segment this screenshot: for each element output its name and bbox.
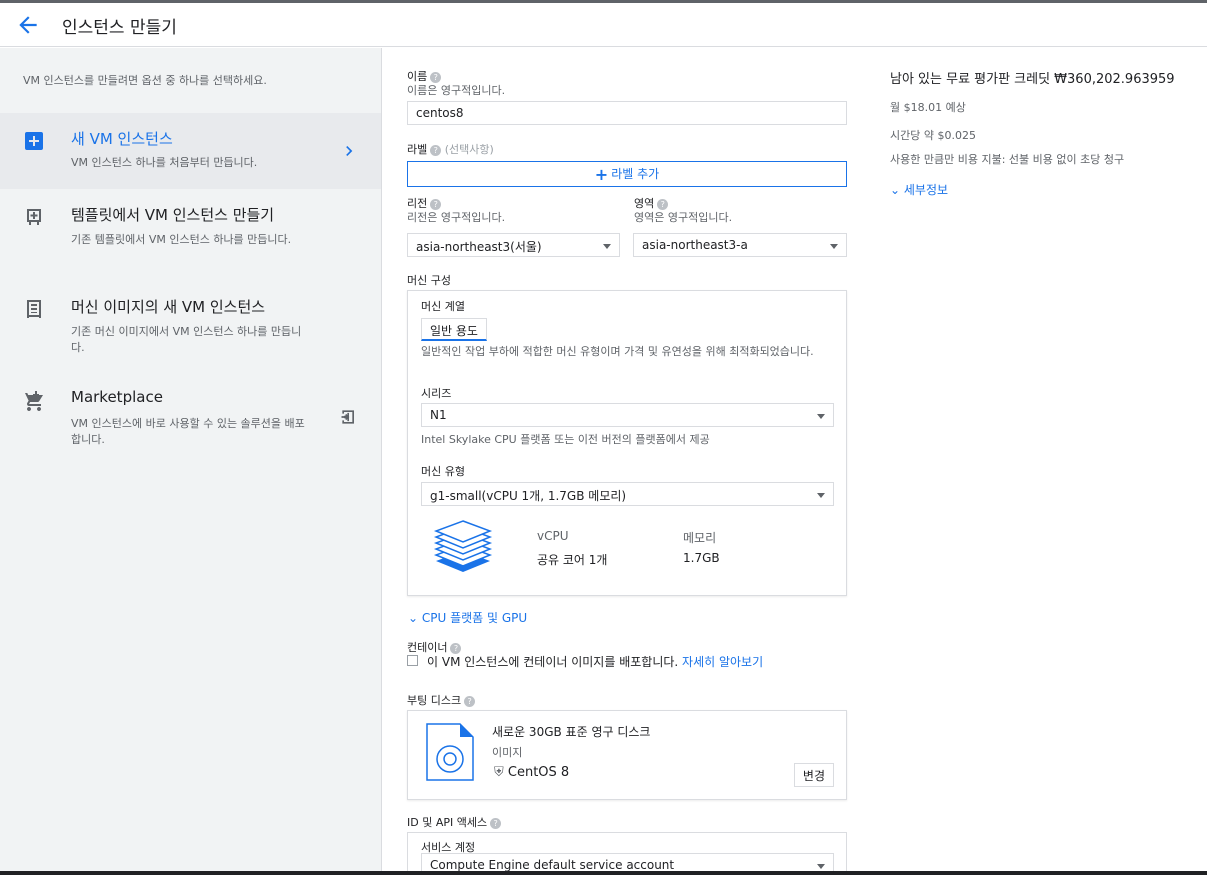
identity-card: 서비스 계정 Compute Engine default service ac… <box>407 832 847 875</box>
identity-api-label: ID 및 API 액세스? <box>407 814 502 830</box>
help-icon[interactable]: ? <box>430 198 442 210</box>
create-instance-form: 이름? 이름은 영구적입니다. centos8 라벨? (선택사항) + 라벨 추… <box>383 48 873 875</box>
machine-config-card: 머신 계열 일반 용도 일반적인 작업 부하에 적합한 머신 유형이며 가격 및… <box>407 290 847 596</box>
dropdown-caret-icon <box>603 244 611 249</box>
vcpu-value: 공유 코어 1개 <box>537 553 608 567</box>
machine-family-desc: 일반적인 작업 부하에 적합한 머신 유형이며 가격 및 유연성을 위해 최적화… <box>421 345 814 358</box>
bottom-bar <box>0 871 1207 875</box>
machine-layers-icon <box>433 520 493 572</box>
option-machine-image-vm-instance[interactable]: 머신 이미지의 새 VM 인스턴스 기존 머신 이미지에서 VM 인스턴스 하나… <box>0 281 381 373</box>
boot-disk-image-label: 이미지 <box>492 746 523 759</box>
add-box-icon <box>25 132 43 150</box>
memory-value: 1.7GB <box>683 551 720 565</box>
help-icon[interactable]: ? <box>430 71 442 83</box>
dropdown-caret-icon <box>817 493 825 498</box>
option-title: 머신 이미지의 새 VM 인스턴스 <box>71 298 266 316</box>
chevron-right-icon <box>346 146 353 156</box>
option-desc: VM 인스턴스에 바로 사용할 수 있는 솔루션을 배포합니다. <box>71 417 305 446</box>
hourly-estimate: 시간당 약 $0.025 <box>890 129 976 142</box>
boot-disk-title: 새로운 30GB 표준 영구 디스크 <box>492 725 651 739</box>
back-arrow-icon[interactable] <box>15 12 41 38</box>
plus-icon: + <box>594 164 609 184</box>
cpu-platform-gpu-link[interactable]: ⌄ CPU 플랫폼 및 GPU <box>408 609 527 626</box>
free-trial-credit: 남아 있는 무료 평가판 크레딧 ₩360,202.963959 <box>890 72 1175 87</box>
dropdown-caret-icon <box>830 244 838 249</box>
machine-type-select[interactable]: g1-small(vCPU 1개, 1.7GB 메모리) <box>421 482 834 506</box>
learn-more-link[interactable]: 자세히 알아보기 <box>682 655 763 669</box>
vcpu-header: vCPU <box>537 529 569 543</box>
help-icon[interactable]: ? <box>464 695 476 707</box>
memory-header: 메모리 <box>683 531 717 545</box>
header: 인스턴스 만들기 <box>0 3 1207 47</box>
add-label-button[interactable]: + 라벨 추가 <box>407 161 847 187</box>
option-title: Marketplace <box>71 388 163 406</box>
series-select[interactable]: N1 <box>421 403 834 427</box>
boot-disk-image-value: ⛨ CentOS 8 <box>494 765 570 780</box>
dropdown-caret-icon <box>817 414 825 419</box>
region-select[interactable]: asia-northeast3(서울) <box>407 233 620 257</box>
left-intro-text: VM 인스턴스를 만들려면 옵션 중 하나를 선택하세요. <box>23 74 267 87</box>
machine-family-label: 머신 계열 <box>421 300 465 313</box>
option-desc: VM 인스턴스 하나를 처음부터 만듭니다. <box>71 156 258 169</box>
series-label: 시리즈 <box>421 387 452 400</box>
machine-config-label: 머신 구성 <box>407 274 451 287</box>
option-new-vm-instance[interactable]: 새 VM 인스턴스 VM 인스턴스 하나를 처음부터 만듭니다. <box>0 113 381 189</box>
help-icon[interactable]: ? <box>430 144 442 156</box>
name-hint: 이름은 영구적입니다. <box>407 84 506 97</box>
option-template-vm-instance[interactable]: 템플릿에서 VM 인스턴스 만들기 기존 템플릿에서 VM 인스턴스 하나를 만… <box>0 189 381 281</box>
series-desc: Intel Skylake CPU 플랫폼 또는 이전 버전의 플랫폼에서 제공 <box>421 433 710 446</box>
machine-image-icon <box>27 300 41 318</box>
option-desc: 기존 머신 이미지에서 VM 인스턴스 하나를 만듭니다. <box>71 325 302 354</box>
chevron-double-down-icon: ⌄ <box>408 611 422 625</box>
billing-note: 사용한 만큼만 비용 지불: 선불 비용 없이 초당 청구 <box>890 153 1125 166</box>
dropdown-caret-icon <box>817 864 825 869</box>
help-icon[interactable]: ? <box>490 817 502 829</box>
cart-icon <box>23 391 43 411</box>
option-desc: 기존 템플릿에서 VM 인스턴스 하나를 만듭니다. <box>71 233 292 246</box>
machine-type-label: 머신 유형 <box>421 465 465 478</box>
labels-label: 라벨? (선택사항) <box>407 143 494 156</box>
template-icon <box>27 209 41 225</box>
details-link[interactable]: ⌄ 세부정보 <box>890 181 948 198</box>
boot-disk-card: 새로운 30GB 표준 영구 디스크 이미지 ⛨ CentOS 8 변경 <box>407 710 847 800</box>
tab-general-purpose[interactable]: 일반 용도 <box>421 318 487 341</box>
shield-icon: ⛨ <box>494 765 508 780</box>
help-icon[interactable]: ? <box>450 642 462 654</box>
option-marketplace[interactable]: Marketplace VM 인스턴스에 바로 사용할 수 있는 솔루션을 배포… <box>0 373 381 465</box>
disk-icon <box>426 723 474 781</box>
page-title: 인스턴스 만들기 <box>62 18 177 38</box>
left-options-panel: VM 인스턴스를 만들려면 옵션 중 하나를 선택하세요. 새 VM 인스턴스 … <box>0 48 382 875</box>
zone-select[interactable]: asia-northeast3-a <box>633 233 847 257</box>
name-input[interactable]: centos8 <box>407 101 847 125</box>
boot-disk-label: 부팅 디스크? <box>407 692 476 708</box>
help-icon[interactable]: ? <box>657 198 669 210</box>
option-title: 템플릿에서 VM 인스턴스 만들기 <box>71 206 275 224</box>
chevron-double-down-icon: ⌄ <box>890 183 904 197</box>
zone-hint: 영역은 영구적입니다. <box>634 211 733 224</box>
change-boot-disk-button[interactable]: 변경 <box>793 763 834 787</box>
region-hint: 리전은 영구적입니다. <box>407 211 506 224</box>
container-checkbox[interactable] <box>407 655 418 666</box>
container-checkbox-text: 이 VM 인스턴스에 컨테이너 이미지를 배포합니다. 자세히 알아보기 <box>427 655 764 669</box>
monthly-estimate: 월 $18.01 예상 <box>890 101 966 114</box>
option-title: 새 VM 인스턴스 <box>71 130 173 148</box>
open-external-icon <box>341 410 354 424</box>
